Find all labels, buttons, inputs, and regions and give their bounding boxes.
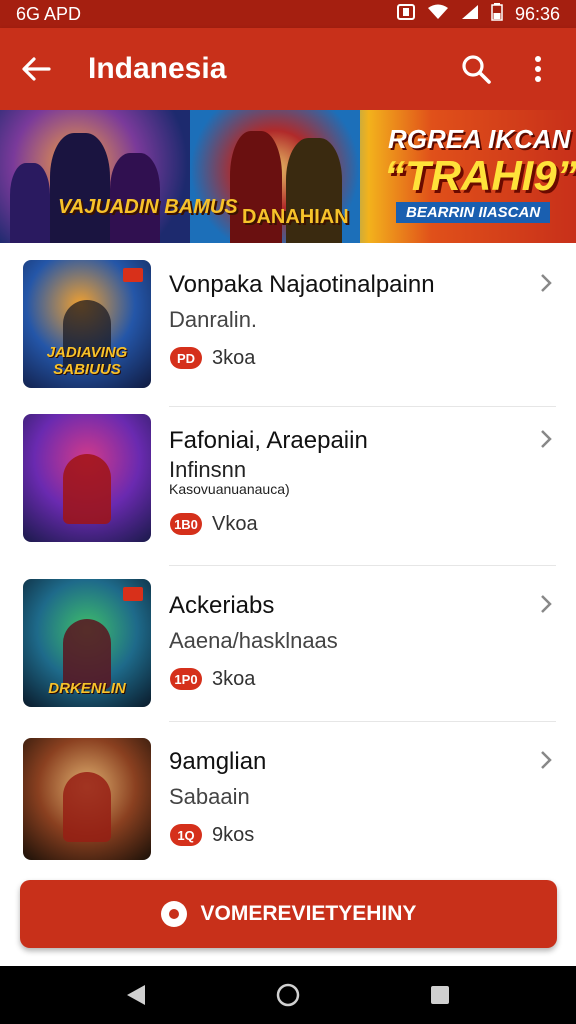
thumb-figure <box>63 619 111 689</box>
banner-art-2-title: DANAHIAN <box>242 206 349 228</box>
list-item[interactable]: 9amglian Sabaain 1Q 9kos <box>0 722 576 878</box>
chevron-right-icon <box>536 271 556 295</box>
item-badge: 1B0 <box>170 513 202 535</box>
primary-action-button[interactable]: VOMEREVIETYEHINY <box>20 880 557 948</box>
hero-figure <box>50 133 110 243</box>
home-circle-icon <box>276 983 300 1007</box>
thumb-figure <box>63 454 111 524</box>
item-thumbnail <box>23 414 151 542</box>
list-item[interactable]: Fafoniai, Araepaiin Infinsnn Kasovuanuan… <box>0 407 576 563</box>
chevron-right-icon <box>536 748 556 772</box>
item-extra: Kasovuanuanauca) <box>169 481 290 497</box>
hero-figure <box>10 163 50 243</box>
nav-back-button[interactable] <box>114 973 158 1017</box>
item-badge-value: 3koa <box>212 668 256 690</box>
nfc-icon <box>396 3 415 25</box>
item-title: Ackeriabs <box>169 592 275 619</box>
item-thumbnail: JADIAVING SABIUUS <box>23 260 151 388</box>
item-badge: 1Q <box>170 824 202 846</box>
chevron-right-icon <box>536 427 556 451</box>
search-button[interactable] <box>454 47 498 91</box>
back-triangle-icon <box>127 985 145 1005</box>
list-item[interactable]: DRKENLIN Ackeriabs Aaena/hasklnaas 1P0 3… <box>0 566 576 722</box>
battery-icon <box>491 2 503 26</box>
thumb-tag <box>123 268 143 282</box>
play-circle-icon <box>160 901 187 927</box>
item-badge: 1P0 <box>170 668 202 690</box>
item-subtitle: Danralin. <box>169 307 258 332</box>
arrow-left-icon <box>22 57 51 81</box>
wifi-icon <box>427 4 449 25</box>
primary-action-label: VOMEREVIETYEHINY <box>200 902 417 925</box>
item-title: Vonpaka Najaotinalpainn <box>169 271 435 298</box>
app-bar: Indanesia <box>0 28 576 110</box>
carrier-label: 6G APD <box>16 3 82 24</box>
banner-art-1 <box>0 110 190 243</box>
recents-square-icon <box>431 986 449 1004</box>
banner-art-1-title: VAJUADIN BAMUS <box>58 196 238 218</box>
page-title: Indanesia <box>88 52 227 85</box>
more-vert-icon <box>535 56 541 82</box>
system-nav-bar <box>0 966 576 1024</box>
thumb-figure <box>63 772 111 842</box>
clock: 96:36 <box>514 3 560 24</box>
search-icon <box>462 55 491 84</box>
item-badge-value: 9kos <box>212 824 255 846</box>
item-subtitle: Sabaain <box>169 784 250 809</box>
item-subtitle: Aaena/hasklnaas <box>169 628 338 653</box>
item-title: Fafoniai, Araepaiin <box>169 427 368 454</box>
signal-icon <box>461 4 479 25</box>
item-badge-value: 3koa <box>212 347 256 369</box>
status-icons: 96:36 <box>396 2 560 26</box>
item-subtitle: Infinsnn <box>169 457 247 482</box>
item-thumbnail <box>23 738 151 860</box>
back-button[interactable] <box>16 49 56 89</box>
item-thumbnail: DRKENLIN <box>23 579 151 707</box>
promo-main: “TRAHI9” <box>384 152 576 199</box>
item-badge-value: Vkoa <box>212 513 258 535</box>
item-badge: PD <box>170 347 202 369</box>
status-bar: 6G APD 96:36 <box>0 0 576 28</box>
list-item[interactable]: JADIAVING SABIUUS Vonpaka Najaotinalpain… <box>0 243 576 399</box>
item-title: 9amglian <box>169 748 267 775</box>
thumb-caption: DRKENLIN <box>48 680 126 697</box>
thumb-caption: JADIAVING SABIUUS <box>46 344 128 378</box>
promo-sub: BEARRIN IIASCAN <box>396 202 551 223</box>
chevron-right-icon <box>536 592 556 616</box>
promo-title: RGREA IKCAN <box>388 124 571 154</box>
nav-home-button[interactable] <box>266 973 310 1017</box>
overflow-menu-button[interactable] <box>516 47 560 91</box>
thumb-tag <box>123 587 143 601</box>
promo-banner[interactable]: VAJUADIN BAMUS DANAHIAN RGREA IKCAN “TRA… <box>0 110 576 243</box>
nav-recents-button[interactable] <box>418 973 462 1017</box>
